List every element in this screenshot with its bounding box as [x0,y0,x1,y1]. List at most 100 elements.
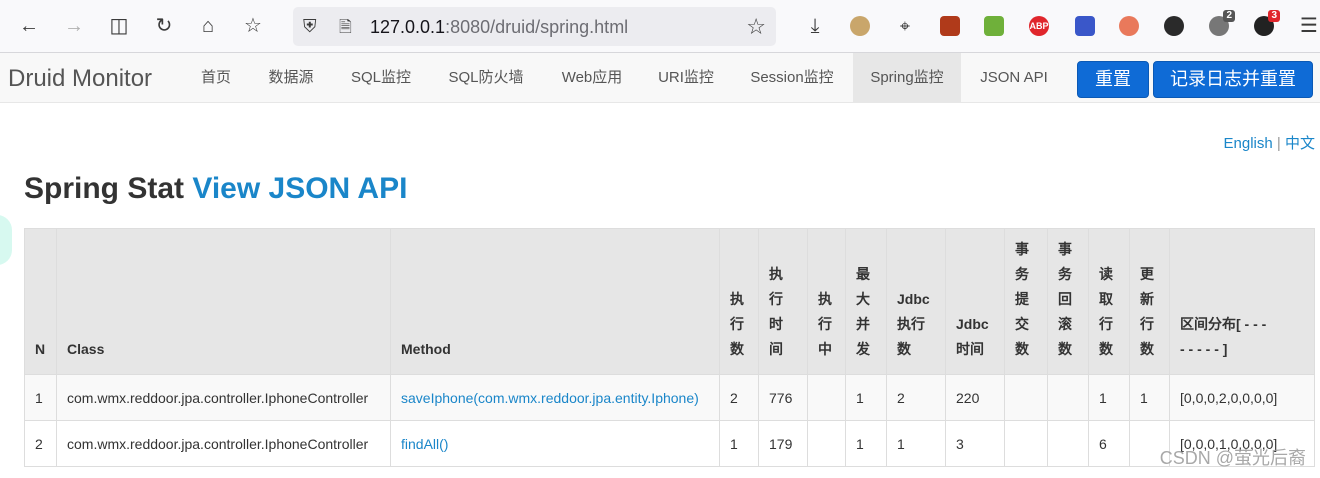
nav-web-app[interactable]: Web应用 [544,53,640,103]
cell-jdbc-execute-count: 1 [886,420,946,467]
cell-rows-read: 6 [1088,420,1130,467]
col-concurrent-max[interactable]: 最大并发 [845,228,887,375]
method-link[interactable]: saveIphone(com.wmx.reddoor.jpa.entity.Ip… [401,390,699,406]
cell-execute-count: 2 [719,374,759,421]
log-and-reset-button[interactable]: 记录日志并重置 [1153,61,1313,98]
bookmark-star-icon[interactable]: ☆ [746,14,766,40]
col-jdbc-execute-count[interactable]: Jdbc执行数 [886,228,946,375]
col-rows-updated[interactable]: 更新行数 [1129,228,1170,375]
reset-button[interactable]: 重置 [1077,61,1149,98]
lang-english-link[interactable]: English [1224,135,1273,152]
col-jdbc-time[interactable]: Jdbc时间 [945,228,1005,375]
bookmark-manager-icon[interactable]: ☆ [241,14,265,38]
spring-stat-table: N Class Method 执行数 执行时间 执行中 最大并发 Jdbc执行数… [24,228,1315,467]
col-execute-time-label: 执行时间 [769,266,783,357]
extension-translate-icon[interactable] [1075,16,1095,36]
cell-execute-time: 776 [758,374,808,421]
col-jdbc-execute-count-label: Jdbc执行数 [897,291,930,357]
nav-sql-firewall[interactable]: SQL防火墙 [432,53,540,103]
col-execute-count-label: 执行数 [730,291,744,357]
watermark: CSDN @萤光后裔 [1159,448,1306,468]
cell-rows-updated: 1 [1129,374,1170,421]
cell-tx-rollback [1047,420,1089,467]
col-execute-count[interactable]: 执行数 [719,228,759,375]
col-n[interactable]: N [24,228,57,375]
crop-icon[interactable]: ⌖ [893,14,917,38]
page-title: Spring Stat View JSON API [24,172,407,206]
col-tx-rollback-label: 事务回滚数 [1058,241,1072,357]
cell-method: findAll() [390,420,720,467]
page-icon[interactable]: 🗎 [339,16,352,43]
col-rows-read[interactable]: 读取行数 [1088,228,1130,375]
forward-arrow-icon[interactable]: → [62,14,86,38]
extension-sun-icon[interactable] [940,16,960,36]
url-text[interactable]: 127.0.0.1:8080/druid/spring.html [370,17,628,38]
col-class[interactable]: Class [56,228,391,375]
nav-uri-monitor[interactable]: URI监控 [644,53,728,103]
extension-ring-icon[interactable]: 2 [1209,10,1235,36]
cell-n: 2 [24,420,57,467]
cell-running [807,374,846,421]
address-bar[interactable]: ⛨ 🗎 127.0.0.1:8080/druid/spring.html ☆ [293,7,776,46]
nav-session-monitor[interactable]: Session监控 [732,53,852,103]
lang-chinese-link[interactable]: 中文 [1285,135,1315,152]
col-concurrent-max-label: 最大并发 [856,266,870,357]
reload-icon[interactable]: ↻ [152,14,176,38]
cell-jdbc-time: 3 [945,420,1005,467]
cell-execute-count: 1 [719,420,759,467]
col-tx-rollback[interactable]: 事务回滚数 [1047,228,1089,375]
col-tx-commit-label: 事务提交数 [1015,241,1029,357]
cell-rows-read: 1 [1088,374,1130,421]
floating-widget[interactable] [0,215,12,265]
adblock-icon[interactable]: ABP [1029,16,1049,36]
table-row: 1 com.wmx.reddoor.jpa.controller.IphoneC… [24,374,1315,421]
col-running[interactable]: 执行中 [807,228,846,375]
col-rows-read-label: 读取行数 [1099,266,1113,357]
col-tx-commit[interactable]: 事务提交数 [1004,228,1048,375]
lang-separator: | [1276,135,1281,152]
col-histogram-label: 区间分布[ - - - - - - - - ] [1180,316,1267,357]
view-json-api-link[interactable]: View JSON API [192,172,407,205]
nav-spring-monitor[interactable]: Spring监控 [853,53,961,103]
cell-tx-rollback [1047,374,1089,421]
extension-puzzle-icon[interactable] [984,16,1004,36]
nav-json-api[interactable]: JSON API [964,53,1064,103]
extension-tree-icon[interactable] [1119,16,1139,36]
home-icon[interactable]: ⌂ [196,14,220,38]
language-switch: English | 中文 [1224,132,1315,153]
menu-icon[interactable]: ☰ [1297,14,1320,38]
extension-dog-icon[interactable] [850,16,870,36]
badge-count: 3 [1268,10,1280,22]
badge-count: 2 [1223,10,1235,22]
browser-toolbar: ← → ◫ ↻ ⌂ ☆ ⛨ 🗎 127.0.0.1:8080/druid/spr… [0,0,1320,53]
col-execute-time[interactable]: 执行时间 [758,228,808,375]
shield-icon[interactable]: ⛨ [303,16,317,37]
cell-concurrent-max: 1 [845,420,887,467]
method-link[interactable]: findAll() [401,436,448,452]
cell-running [807,420,846,467]
cell-tx-commit [1004,420,1048,467]
nav-home[interactable]: 首页 [184,53,248,103]
download-icon[interactable]: ⤓ [803,14,827,38]
brand-title[interactable]: Druid Monitor [8,65,152,93]
col-jdbc-time-label: Jdbc时间 [956,316,989,357]
back-arrow-icon[interactable]: ← [17,14,41,38]
title-text: Spring Stat [24,172,185,205]
cell-class: com.wmx.reddoor.jpa.controller.IphoneCon… [56,374,391,421]
cell-concurrent-max: 1 [845,374,887,421]
cell-n: 1 [24,374,57,421]
cell-class: com.wmx.reddoor.jpa.controller.IphoneCon… [56,420,391,467]
cell-jdbc-time: 220 [945,374,1005,421]
cell-jdbc-execute-count: 2 [886,374,946,421]
reader-view-icon[interactable]: ◫ [107,14,131,38]
col-method[interactable]: Method [390,228,720,375]
extension-face-icon[interactable]: 3 [1254,10,1280,36]
table-header-row: N Class Method 执行数 执行时间 执行中 最大并发 Jdbc执行数… [24,228,1315,375]
nav-datasource[interactable]: 数据源 [252,53,330,103]
nav-sql-monitor[interactable]: SQL监控 [334,53,428,103]
extension-dots-icon[interactable] [1164,16,1184,36]
col-histogram[interactable]: 区间分布[ - - - - - - - - ] [1169,228,1315,375]
cell-histogram: [0,0,0,2,0,0,0,0] [1169,374,1315,421]
cell-method: saveIphone(com.wmx.reddoor.jpa.entity.Ip… [390,374,720,421]
col-rows-updated-label: 更新行数 [1140,266,1154,357]
